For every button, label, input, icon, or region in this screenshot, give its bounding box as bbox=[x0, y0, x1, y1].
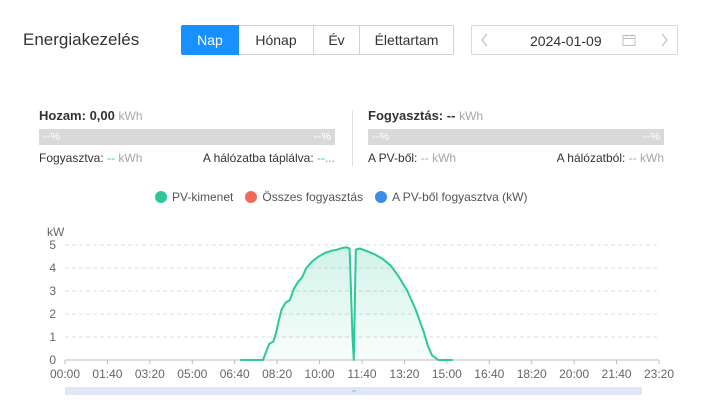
period-selector: Nap Hónap Év Élettartam bbox=[181, 25, 454, 55]
legend-item-total[interactable]: Összes fogyasztás bbox=[245, 190, 363, 204]
page-title: Energiakezelés bbox=[23, 30, 140, 49]
consumption-panel: Fogyasztás: -- kWh --% --% A PV-ből: -- … bbox=[368, 108, 664, 165]
yield-unit: kWh bbox=[118, 109, 143, 123]
y-tick-label: 1 bbox=[49, 330, 56, 344]
x-tick-label: 15:00 bbox=[432, 367, 462, 381]
consumption-header: Fogyasztás: -- kWh bbox=[368, 108, 664, 124]
yield-footer: Fogyasztva: -- kWh A hálózatba táplálva:… bbox=[39, 151, 335, 165]
from-pv-label: A PV-ből: bbox=[368, 151, 418, 165]
calendar-icon[interactable] bbox=[622, 33, 636, 52]
yield-panel: Hozam: 0,00 kWh --% --% Fogyasztva: -- k… bbox=[39, 108, 335, 165]
from-grid-value: -- bbox=[628, 151, 637, 165]
legend-label-total: Összes fogyasztás bbox=[262, 190, 364, 204]
x-tick-label: 13:20 bbox=[389, 367, 419, 381]
chevron-right-icon[interactable] bbox=[659, 30, 669, 55]
from-grid-stat: A hálózatból: -- kWh bbox=[557, 151, 664, 165]
y-tick-label: 0 bbox=[49, 353, 56, 367]
x-tick-label: 21:40 bbox=[602, 367, 632, 381]
y-tick-label: 4 bbox=[49, 261, 56, 275]
x-tick-label: 16:40 bbox=[474, 367, 504, 381]
chart-legend: PV-kimenet Összes fogyasztás A PV-ből fo… bbox=[155, 190, 539, 204]
grid-fed-stat: A hálózatba táplálva: --... bbox=[203, 151, 335, 165]
grid-fed-value: --... bbox=[317, 151, 335, 165]
consumption-unit: kWh bbox=[459, 109, 484, 123]
yield-header: Hozam: 0,00 kWh bbox=[39, 108, 335, 124]
x-tick-label: 06:40 bbox=[220, 367, 250, 381]
x-tick-label: 01:40 bbox=[92, 367, 122, 381]
yield-label: Hozam: bbox=[39, 108, 86, 123]
x-tick-label: 10:00 bbox=[305, 367, 335, 381]
x-tick-label: 23:20 bbox=[644, 367, 674, 381]
consumption-bar-right: --% bbox=[642, 131, 660, 143]
consumption-label: Fogyasztás: bbox=[368, 108, 444, 123]
x-tick-label: 18:20 bbox=[517, 367, 547, 381]
legend-item-self[interactable]: A PV-ből fogyasztva (kW) bbox=[375, 190, 527, 204]
legend-dot-pv bbox=[155, 191, 167, 203]
from-grid-label: A hálózatból: bbox=[556, 151, 626, 165]
x-tick-label: 20:00 bbox=[559, 367, 589, 381]
y-tick-label: 5 bbox=[49, 238, 56, 252]
panel-divider bbox=[352, 110, 353, 166]
date-value: 2024-01-09 bbox=[530, 33, 602, 49]
from-pv-value: -- bbox=[420, 151, 429, 165]
tab-day[interactable]: Nap bbox=[181, 25, 239, 55]
tab-lifetime[interactable]: Élettartam bbox=[359, 25, 454, 55]
x-tick-label: 11:40 bbox=[347, 367, 376, 381]
from-pv-stat: A PV-ből: -- kWh bbox=[368, 151, 456, 165]
self-consumed-value: -- bbox=[107, 151, 116, 165]
y-axis-label: kW bbox=[47, 225, 65, 239]
date-picker[interactable]: 2024-01-09 bbox=[471, 25, 678, 55]
self-consumed-stat: Fogyasztva: -- kWh bbox=[39, 151, 142, 165]
x-tick-label: 00:00 bbox=[50, 367, 80, 381]
legend-dot-self bbox=[375, 191, 388, 203]
yield-bar-right: --% bbox=[313, 131, 331, 143]
legend-label-self: A PV-ből fogyasztva (kW) bbox=[392, 190, 528, 204]
consumption-bar-left: --% bbox=[372, 131, 390, 143]
x-tick-label: 05:00 bbox=[177, 367, 207, 381]
from-pv-unit: kWh bbox=[432, 151, 457, 165]
tab-month[interactable]: Hónap bbox=[238, 25, 314, 55]
from-grid-unit: kWh bbox=[640, 151, 664, 165]
chevron-left-icon[interactable] bbox=[480, 30, 490, 55]
self-consumed-label: Fogyasztva: bbox=[39, 151, 104, 165]
yield-ratio-bar: --% --% bbox=[39, 129, 335, 145]
consumption-value: -- bbox=[446, 108, 456, 123]
yield-bar-left: --% bbox=[43, 131, 61, 143]
tab-year[interactable]: Év bbox=[313, 25, 360, 55]
legend-dot-total bbox=[245, 191, 258, 203]
grid-fed-label: A hálózatba táplálva: bbox=[202, 151, 314, 165]
y-tick-label: 2 bbox=[49, 307, 56, 321]
y-tick-label: 3 bbox=[49, 284, 56, 298]
x-tick-label: 08:20 bbox=[262, 367, 292, 381]
legend-item-pv[interactable]: PV-kimenet bbox=[155, 190, 233, 204]
consumption-ratio-bar: --% --% bbox=[368, 129, 664, 145]
pv-power-chart: kW 0 1 2 3 4 5 00:00 01:40 03:20 05:00 06:40 08:20 10… bbox=[47, 225, 674, 395]
x-tick-label: 03:20 bbox=[135, 367, 165, 381]
self-consumed-unit: kWh bbox=[118, 151, 143, 165]
yield-value: 0,00 bbox=[89, 108, 115, 123]
consumption-footer: A PV-ből: -- kWh A hálózatból: -- kWh bbox=[368, 151, 664, 165]
legend-label-pv: PV-kimenet bbox=[172, 190, 234, 204]
